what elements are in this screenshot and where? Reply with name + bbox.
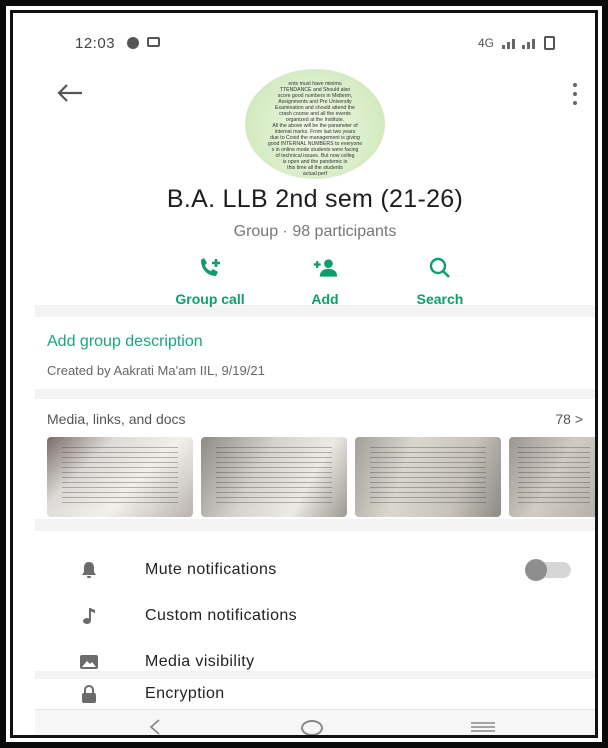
back-arrow-icon[interactable] <box>57 83 83 103</box>
media-section[interactable]: Media, links, and docs 78 > <box>35 399 595 519</box>
mute-notifications-label: Mute notifications <box>145 561 277 578</box>
group-call-icon <box>201 258 220 276</box>
group-call-button[interactable]: Group call <box>155 257 265 307</box>
network-label: 4G <box>477 36 494 50</box>
media-thumbnail[interactable] <box>201 437 347 517</box>
phone-screen: 12:03 4G ents must have minimu TTENDANCE… <box>35 25 595 736</box>
group-call-label: Group call <box>175 291 245 307</box>
search-label: Search <box>416 291 464 307</box>
nav-home-icon[interactable] <box>301 720 323 735</box>
toggle-knob <box>525 559 547 581</box>
add-participant-icon <box>313 259 338 277</box>
group-avatar[interactable]: ents must have minimu TTENDANCE and Shou… <box>245 69 385 179</box>
nav-recents-icon[interactable] <box>471 722 495 732</box>
add-label: Add <box>311 291 339 307</box>
frame-inner-border: 12:03 4G ents must have minimu TTENDANCE… <box>10 10 598 738</box>
media-thumbnail[interactable] <box>509 437 595 517</box>
media-thumbnails <box>47 437 595 517</box>
add-button[interactable]: Add <box>270 257 380 307</box>
status-bar: 12:03 4G <box>35 25 595 61</box>
message-icon <box>147 37 161 47</box>
media-visibility-label: Media visibility <box>145 653 255 670</box>
custom-notifications-row[interactable]: Custom notifications <box>35 593 595 639</box>
signal-icon <box>502 39 535 49</box>
encryption-section[interactable]: Encryption <box>35 679 595 709</box>
status-right-icons: 4G <box>478 36 555 50</box>
encryption-label: Encryption <box>145 685 225 702</box>
media-header: Media, links, and docs <box>47 411 186 427</box>
settings-section: Mute notifications Custom notifications <box>35 531 595 671</box>
more-options-icon[interactable] <box>571 83 579 105</box>
mute-notifications-row[interactable]: Mute notifications <box>35 547 595 593</box>
screenshot-frame: 12:03 4G ents must have minimu TTENDANCE… <box>0 0 608 748</box>
description-section: Add group description Created by Aakrati… <box>35 317 595 389</box>
navigation-bar <box>35 709 595 736</box>
record-icon <box>127 37 140 49</box>
image-icon <box>79 652 99 672</box>
status-time: 12:03 <box>75 34 116 52</box>
group-title[interactable]: B.A. LLB 2nd sem (21-26) <box>35 185 595 214</box>
group-subtitle: Group · 98 participants <box>233 223 397 240</box>
battery-icon <box>544 36 555 50</box>
media-thumbnail[interactable] <box>355 437 501 517</box>
nav-back-icon[interactable] <box>147 718 163 736</box>
media-count[interactable]: 78 > <box>555 411 583 427</box>
lock-icon <box>79 684 99 704</box>
mute-toggle[interactable] <box>525 559 571 581</box>
created-by-text: Created by Aakrati Ma'am IIL, 9/19/21 <box>47 363 265 378</box>
avatar-text-line: actual perf <box>302 171 328 177</box>
search-button[interactable]: Search <box>385 257 495 307</box>
group-header: ents must have minimu TTENDANCE and Shou… <box>35 61 595 307</box>
media-thumbnail[interactable] <box>47 437 193 517</box>
search-icon <box>429 257 450 278</box>
status-left-icons <box>127 37 161 49</box>
action-row: Group call Add Search <box>155 257 495 307</box>
bell-icon <box>79 560 99 580</box>
add-description-link[interactable]: Add group description <box>47 333 203 351</box>
music-note-icon <box>79 606 99 626</box>
custom-notifications-label: Custom notifications <box>145 607 298 624</box>
